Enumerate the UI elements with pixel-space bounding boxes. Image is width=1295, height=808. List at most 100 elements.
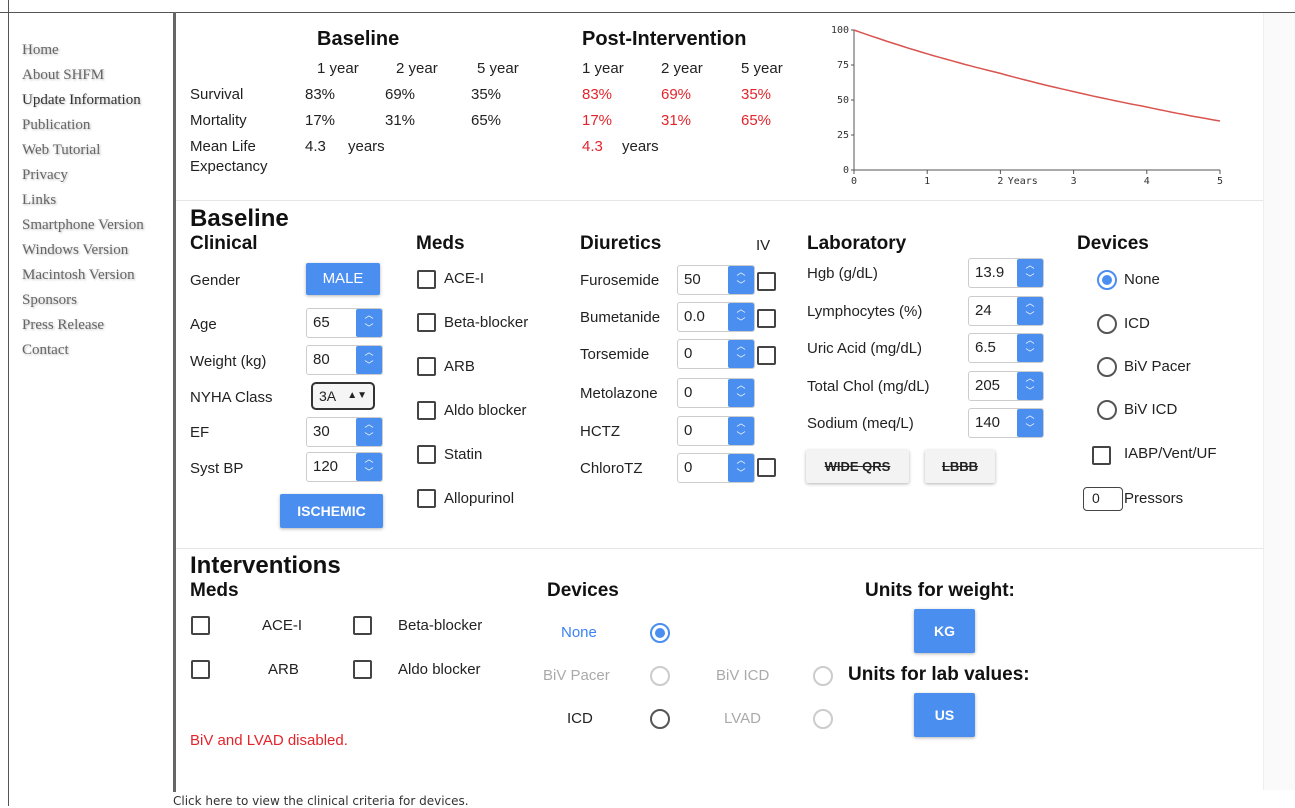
nav-smartphone[interactable]: Smartphone Version xyxy=(22,213,172,238)
ischemic-button[interactable]: ISCHEMIC xyxy=(280,494,383,528)
iabp-checkbox[interactable] xyxy=(1092,446,1111,465)
hgb-field[interactable]: 13.9 ︿ ﹀ xyxy=(968,258,1044,288)
med-aldo-blocker-checkbox[interactable] xyxy=(417,401,436,420)
nav-update-information[interactable]: Update Information xyxy=(22,88,172,113)
med-beta-blocker-checkbox[interactable] xyxy=(417,313,436,332)
nav-privacy[interactable]: Privacy xyxy=(22,163,172,188)
med-allopurinol-checkbox[interactable] xyxy=(417,489,436,508)
int-device-none-radio[interactable] xyxy=(650,623,670,643)
int-ace-i-checkbox[interactable] xyxy=(191,616,210,635)
ef-label: EF xyxy=(190,424,210,441)
device-none-radio[interactable] xyxy=(1097,270,1117,290)
nav-contact[interactable]: Contact xyxy=(22,338,172,363)
hctz-label: HCTZ xyxy=(580,423,620,440)
ef-value: 30 xyxy=(313,423,330,440)
total-chol-field[interactable]: 205 ︿ ﹀ xyxy=(968,371,1044,401)
nav-publication[interactable]: Publication xyxy=(22,113,172,138)
diuretics-title: Diuretics xyxy=(580,233,662,254)
weight-stepper-icon[interactable]: ︿ ﹀ xyxy=(356,346,382,374)
int-device-biv-pacer-radio[interactable] xyxy=(650,666,670,686)
nav-press-release[interactable]: Press Release xyxy=(22,313,172,338)
nav-links[interactable]: Links xyxy=(22,188,172,213)
age-field[interactable]: 65 ︿ ﹀ xyxy=(306,308,383,338)
lymphocytes-stepper-icon[interactable]: ︿ ﹀ xyxy=(1017,297,1043,325)
lymphocytes-field[interactable]: 24 ︿ ﹀ xyxy=(968,296,1044,326)
interventions-devices-title: Devices xyxy=(547,580,619,601)
total-chol-label: Total Chol (mg/dL) xyxy=(807,378,930,395)
age-label: Age xyxy=(190,316,217,333)
int-aldo-blocker-checkbox[interactable] xyxy=(353,660,372,679)
ef-stepper-icon[interactable]: ︿ ﹀ xyxy=(356,418,382,446)
ef-field[interactable]: 30 ︿ ﹀ xyxy=(306,417,383,447)
hgb-value: 13.9 xyxy=(975,264,1005,281)
units-weight-button[interactable]: KG xyxy=(914,609,975,653)
hctz-stepper-icon[interactable]: ︿ ﹀ xyxy=(728,417,754,445)
int-device-icd-radio[interactable] xyxy=(650,709,670,729)
int-device-biv-pacer-label: BiV Pacer xyxy=(543,667,610,684)
chlorotz-iv-checkbox[interactable] xyxy=(757,458,776,477)
weight-field[interactable]: 80 ︿ ﹀ xyxy=(306,345,383,375)
mle-label-line1: Mean Life xyxy=(190,138,256,155)
metolazone-field[interactable]: 0 ︿ ﹀ xyxy=(677,378,755,408)
int-device-biv-icd-radio[interactable] xyxy=(813,666,833,686)
pressors-field[interactable]: 0 xyxy=(1083,487,1123,511)
int-arb-checkbox[interactable] xyxy=(191,660,210,679)
mle-label-line2: Expectancy xyxy=(190,158,268,175)
hctz-field[interactable]: 0 ︿ ﹀ xyxy=(677,416,755,446)
post-year-1: 1 year xyxy=(582,60,624,77)
uric-acid-field[interactable]: 6.5 ︿ ﹀ xyxy=(968,333,1044,363)
total-chol-stepper-icon[interactable]: ︿ ﹀ xyxy=(1017,372,1043,400)
med-arb-checkbox[interactable] xyxy=(417,357,436,376)
med-statin-checkbox[interactable] xyxy=(417,445,436,464)
device-biv-icd-radio[interactable] xyxy=(1097,400,1117,420)
uric-acid-stepper-icon[interactable]: ︿ ﹀ xyxy=(1017,334,1043,362)
lbbb-button[interactable]: LBBB xyxy=(925,450,995,483)
device-biv-pacer-radio[interactable] xyxy=(1097,357,1117,377)
units-lab-button[interactable]: US xyxy=(914,693,975,737)
age-stepper-icon[interactable]: ︿ ﹀ xyxy=(356,309,382,337)
furosemide-stepper-icon[interactable]: ︿ ﹀ xyxy=(728,266,754,294)
device-icd-radio[interactable] xyxy=(1097,314,1117,334)
nav-about[interactable]: About SHFM xyxy=(22,63,172,88)
nav-home[interactable]: Home xyxy=(22,38,172,63)
sodium-stepper-icon[interactable]: ︿ ﹀ xyxy=(1017,409,1043,437)
metolazone-stepper-icon[interactable]: ︿ ﹀ xyxy=(728,379,754,407)
post-year-2: 2 year xyxy=(661,60,703,77)
disabled-warning: BiV and LVAD disabled. xyxy=(190,732,348,749)
nav-sponsors[interactable]: Sponsors xyxy=(22,288,172,313)
torsemide-iv-checkbox[interactable] xyxy=(757,346,776,365)
med-ace-i-checkbox[interactable] xyxy=(417,270,436,289)
scrollbar-track[interactable] xyxy=(1263,13,1295,790)
gender-button[interactable]: MALE xyxy=(306,263,380,295)
baseline-mortality-5: 65% xyxy=(471,112,502,129)
survival-chart: 0 25 50 75 100 0 1 2 3 4 5 Years xyxy=(831,25,1223,187)
furosemide-iv-checkbox[interactable] xyxy=(757,272,776,291)
sbp-field[interactable]: 120 ︿ ﹀ xyxy=(306,452,383,482)
sodium-field[interactable]: 140 ︿ ﹀ xyxy=(968,408,1044,438)
sbp-value: 120 xyxy=(313,458,339,475)
int-device-lvad-radio[interactable] xyxy=(813,709,833,729)
nyha-select[interactable]: 3A ▲▼ xyxy=(311,382,375,410)
chlorotz-field[interactable]: 0 ︿ ﹀ xyxy=(677,453,755,483)
torsemide-stepper-icon[interactable]: ︿ ﹀ xyxy=(728,340,754,368)
nav-windows[interactable]: Windows Version xyxy=(22,238,172,263)
units-lab-label: Units for lab values: xyxy=(848,664,1030,685)
post-survival-1: 83% xyxy=(582,86,613,103)
baseline-survival-1: 83% xyxy=(305,86,336,103)
bumetanide-value: 0.0 xyxy=(684,308,705,325)
int-beta-blocker-checkbox[interactable] xyxy=(353,616,372,635)
furosemide-field[interactable]: 50 ︿ ﹀ xyxy=(677,265,755,295)
furosemide-label: Furosemide xyxy=(580,272,660,289)
bumetanide-stepper-icon[interactable]: ︿ ﹀ xyxy=(728,303,754,331)
torsemide-field[interactable]: 0 ︿ ﹀ xyxy=(677,339,755,369)
nav-web-tutorial[interactable]: Web Tutorial xyxy=(22,138,172,163)
total-chol-value: 205 xyxy=(975,377,1001,394)
hgb-stepper-icon[interactable]: ︿ ﹀ xyxy=(1017,259,1043,287)
bumetanide-field[interactable]: 0.0 ︿ ﹀ xyxy=(677,302,755,332)
sbp-stepper-icon[interactable]: ︿ ﹀ xyxy=(356,453,382,481)
bumetanide-iv-checkbox[interactable] xyxy=(757,309,776,328)
nav-macintosh[interactable]: Macintosh Version xyxy=(22,263,172,288)
wide-qrs-button[interactable]: WIDE QRS xyxy=(806,450,909,483)
baseline-mortality-1: 17% xyxy=(305,112,336,129)
chlorotz-stepper-icon[interactable]: ︿ ﹀ xyxy=(728,454,754,482)
